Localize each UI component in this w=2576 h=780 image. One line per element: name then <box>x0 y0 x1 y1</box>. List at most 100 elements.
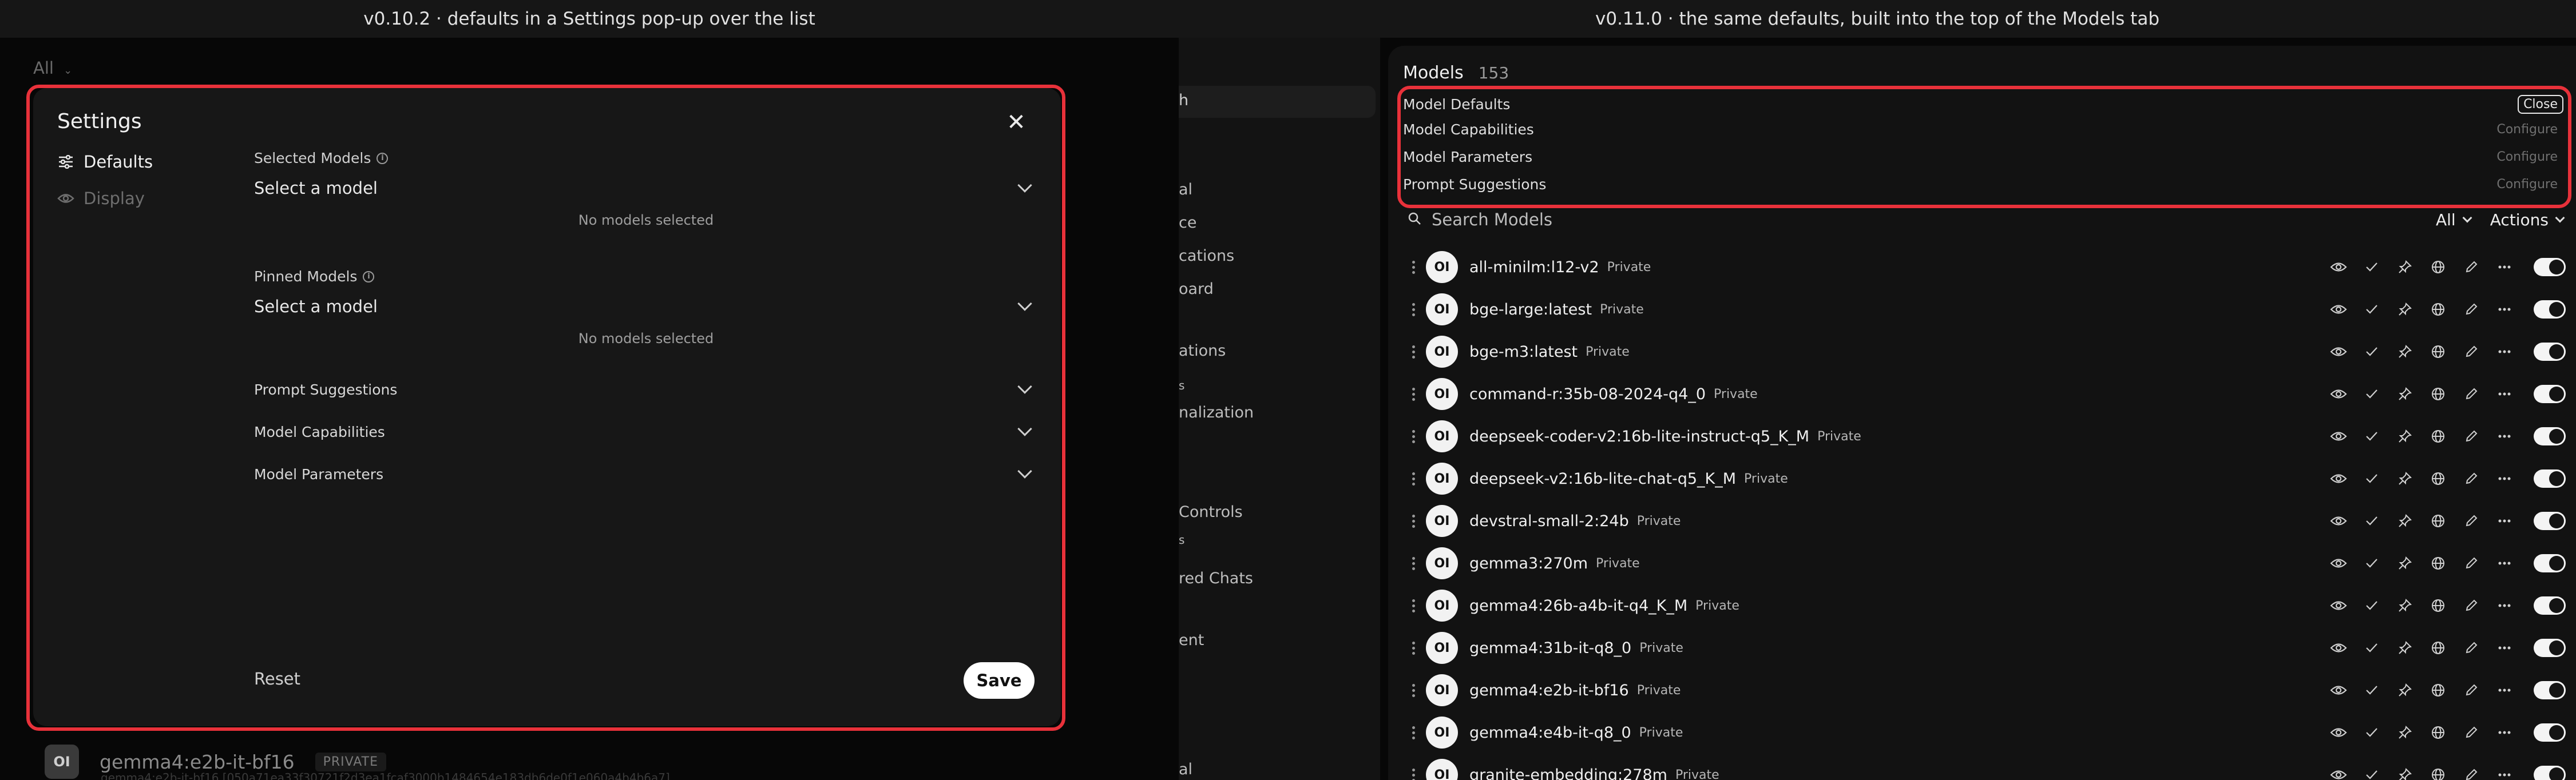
drag-handle-icon[interactable] <box>1408 429 1419 443</box>
globe-icon[interactable] <box>2422 415 2455 457</box>
drag-handle-icon[interactable] <box>1408 768 1419 780</box>
globe-icon[interactable] <box>2422 500 2455 542</box>
globe-icon[interactable] <box>2422 669 2455 711</box>
pencil-icon[interactable] <box>2455 457 2488 500</box>
drag-handle-icon[interactable] <box>1408 683 1419 697</box>
pencil-icon[interactable] <box>2455 754 2488 780</box>
model-row[interactable]: OI gemma4:26b-a4b-it-q4_K_M Private <box>1408 584 2566 627</box>
more-icon[interactable] <box>2488 246 2521 288</box>
pin-icon[interactable] <box>2388 584 2422 627</box>
globe-icon[interactable] <box>2422 457 2455 500</box>
model-row[interactable]: OI gemma4:e2b-it-bf16 Private <box>1408 669 2566 711</box>
actions-dropdown[interactable]: Actions <box>2490 210 2565 229</box>
check-icon[interactable] <box>2355 542 2388 584</box>
enable-toggle[interactable] <box>2534 681 2566 699</box>
drag-handle-icon[interactable] <box>1408 345 1419 359</box>
eye-icon[interactable] <box>2322 542 2355 584</box>
sidebar-item[interactable]: cations <box>1179 247 1234 265</box>
more-icon[interactable] <box>2488 711 2521 754</box>
drag-handle-icon[interactable] <box>1408 641 1419 655</box>
more-icon[interactable] <box>2488 288 2521 331</box>
eye-icon[interactable] <box>2322 500 2355 542</box>
enable-toggle[interactable] <box>2534 385 2566 403</box>
sidebar-item[interactable]: s <box>1179 379 1184 392</box>
info-icon[interactable]: i <box>363 270 375 282</box>
model-row[interactable]: OI command-r:35b-08-2024-q4_0 Private <box>1408 373 2566 415</box>
check-icon[interactable] <box>2355 584 2388 627</box>
info-icon[interactable]: i <box>377 152 389 164</box>
configure-button[interactable]: Configure <box>2496 177 2558 192</box>
pin-icon[interactable] <box>2388 711 2422 754</box>
sidebar-item[interactable]: s <box>1179 533 1184 547</box>
eye-icon[interactable] <box>2322 627 2355 669</box>
globe-icon[interactable] <box>2422 627 2455 669</box>
check-icon[interactable] <box>2355 288 2388 331</box>
model-row[interactable]: OI gemma3:270m Private <box>1408 542 2566 584</box>
model-row[interactable]: OI gemma4:31b-it-q8_0 Private <box>1408 627 2566 669</box>
eye-icon[interactable] <box>2322 584 2355 627</box>
model-row[interactable]: OI bge-m3:latest Private <box>1408 331 2566 373</box>
pin-icon[interactable] <box>2388 627 2422 669</box>
pencil-icon[interactable] <box>2455 627 2488 669</box>
enable-toggle[interactable] <box>2534 596 2566 615</box>
sidebar-item[interactable]: ations <box>1179 342 1226 360</box>
check-icon[interactable] <box>2355 754 2388 780</box>
enable-toggle[interactable] <box>2534 723 2566 742</box>
tab-defaults[interactable]: Defaults <box>57 152 153 172</box>
defaults-row-prompt-suggestions[interactable]: Prompt Suggestions Configure <box>1403 176 2570 193</box>
tab-display[interactable]: Display <box>57 189 145 208</box>
sidebar-item[interactable]: oard <box>1179 280 1214 298</box>
globe-icon[interactable] <box>2422 754 2455 780</box>
configure-button[interactable]: Configure <box>2496 150 2558 164</box>
pin-icon[interactable] <box>2388 669 2422 711</box>
sidebar-search[interactable]: h <box>1179 86 1376 118</box>
save-button[interactable]: Save <box>964 662 1035 699</box>
pencil-icon[interactable] <box>2455 331 2488 373</box>
drag-handle-icon[interactable] <box>1408 556 1419 570</box>
enable-toggle[interactable] <box>2534 766 2566 780</box>
eye-icon[interactable] <box>2322 711 2355 754</box>
pin-icon[interactable] <box>2388 542 2422 584</box>
model-row[interactable]: OI granite-embedding:278m Private <box>1408 754 2566 780</box>
more-icon[interactable] <box>2488 542 2521 584</box>
accordion-prompt-suggestions[interactable]: Prompt Suggestions <box>254 368 1038 411</box>
background-filter-dropdown[interactable]: All ⌄ <box>33 55 90 81</box>
model-row[interactable]: OI deepseek-v2:16b-lite-chat-q5_K_M Priv… <box>1408 457 2566 500</box>
eye-icon[interactable] <box>2322 669 2355 711</box>
sidebar-item[interactable]: nalization <box>1179 404 1254 421</box>
model-row[interactable]: OI devstral-small-2:24b Private <box>1408 500 2566 542</box>
more-icon[interactable] <box>2488 373 2521 415</box>
eye-icon[interactable] <box>2322 246 2355 288</box>
more-icon[interactable] <box>2488 669 2521 711</box>
eye-icon[interactable] <box>2322 373 2355 415</box>
pin-icon[interactable] <box>2388 500 2422 542</box>
drag-handle-icon[interactable] <box>1408 726 1419 739</box>
enable-toggle[interactable] <box>2534 639 2566 657</box>
pin-icon[interactable] <box>2388 373 2422 415</box>
more-icon[interactable] <box>2488 331 2521 373</box>
more-icon[interactable] <box>2488 415 2521 457</box>
more-icon[interactable] <box>2488 754 2521 780</box>
check-icon[interactable] <box>2355 627 2388 669</box>
pin-icon[interactable] <box>2388 415 2422 457</box>
model-row[interactable]: OI bge-large:latest Private <box>1408 288 2566 331</box>
sidebar-item[interactable]: ce <box>1179 214 1196 232</box>
pencil-icon[interactable] <box>2455 669 2488 711</box>
search-input[interactable] <box>1432 210 1775 229</box>
reset-button[interactable]: Reset <box>254 669 300 689</box>
pin-icon[interactable] <box>2388 754 2422 780</box>
check-icon[interactable] <box>2355 415 2388 457</box>
eye-icon[interactable] <box>2322 288 2355 331</box>
globe-icon[interactable] <box>2422 373 2455 415</box>
pin-icon[interactable] <box>2388 331 2422 373</box>
defaults-row-model-parameters[interactable]: Model Parameters Configure <box>1403 149 2570 165</box>
check-icon[interactable] <box>2355 246 2388 288</box>
sidebar-item[interactable]: red Chats <box>1179 570 1253 587</box>
pencil-icon[interactable] <box>2455 500 2488 542</box>
eye-icon[interactable] <box>2322 415 2355 457</box>
drag-handle-icon[interactable] <box>1408 472 1419 485</box>
enable-toggle[interactable] <box>2534 258 2566 276</box>
defaults-row-model-defaults[interactable]: Model Defaults Close <box>1403 95 2570 114</box>
eye-icon[interactable] <box>2322 457 2355 500</box>
drag-handle-icon[interactable] <box>1408 303 1419 316</box>
